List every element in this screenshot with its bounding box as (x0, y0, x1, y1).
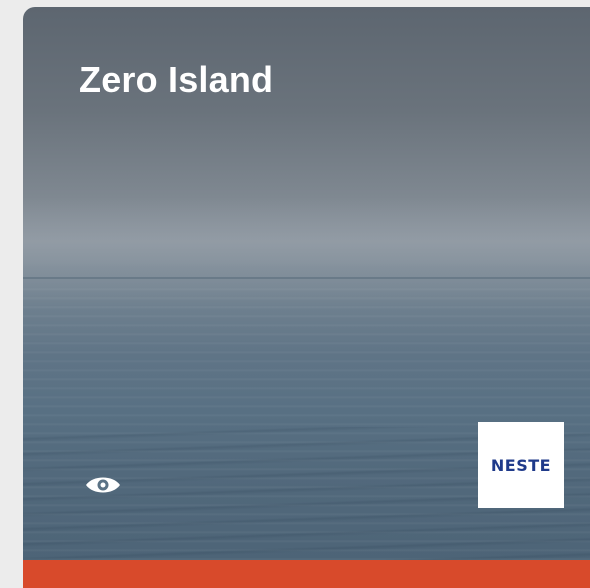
eye-icon[interactable] (85, 473, 121, 497)
project-card[interactable]: Zero Island NESTE (23, 7, 590, 588)
card-bottom-bar (23, 560, 590, 588)
sponsor-logo: NESTE (478, 422, 564, 508)
horizon-line (23, 277, 590, 279)
sponsor-logo-text: NESTE (490, 455, 552, 475)
card-title: Zero Island (79, 59, 274, 100)
